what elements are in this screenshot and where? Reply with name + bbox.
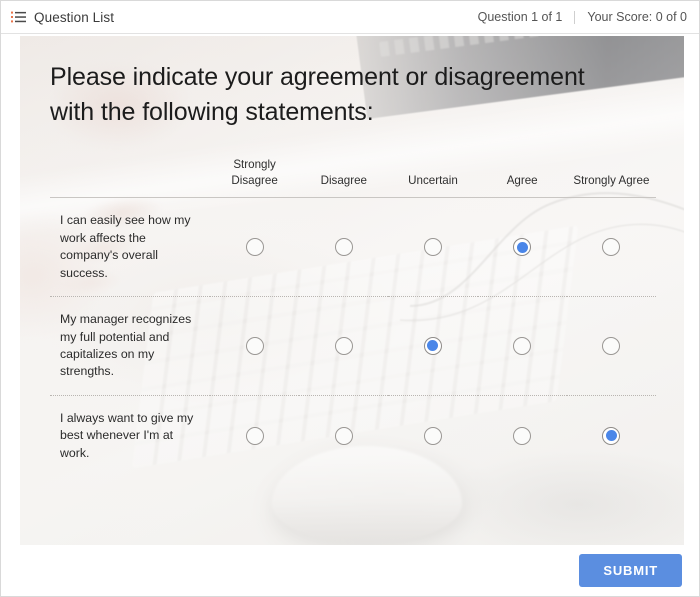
main-area: Please indicate your agreement or disagr…	[1, 34, 699, 545]
matrix-header: Strongly Disagree Disagree Uncertain Agr…	[50, 157, 656, 199]
survey-content: Please indicate your agreement or disagr…	[20, 36, 684, 545]
matrix-body: I can easily see how my work affects the…	[50, 197, 656, 476]
radio-cell[interactable]	[567, 395, 656, 476]
likert-matrix: Strongly Disagree Disagree Uncertain Agr…	[50, 157, 656, 476]
radio-r1-strongly-disagree[interactable]	[245, 336, 264, 355]
scale-header-agree: Agree	[477, 157, 567, 199]
scale-header-disagree: Disagree	[299, 157, 389, 199]
radio-r0-uncertain[interactable]	[423, 238, 442, 257]
radio-cell[interactable]	[478, 395, 567, 476]
radio-cell[interactable]	[388, 296, 478, 396]
question-list-control[interactable]: Question List	[11, 10, 114, 25]
app-window: Question List Question 1 of 1 Your Score…	[0, 0, 700, 597]
radio-r2-disagree[interactable]	[334, 426, 353, 445]
statement-column-header	[50, 157, 210, 199]
table-row: My manager recognizes my full potential …	[50, 296, 656, 396]
table-row: I always want to give my best whenever I…	[50, 395, 656, 476]
radio-r1-strongly-agree[interactable]	[602, 336, 621, 355]
radio-cell[interactable]	[299, 197, 389, 298]
table-row: I can easily see how my work affects the…	[50, 197, 656, 298]
radio-cell[interactable]	[299, 296, 389, 396]
radio-r0-strongly-agree[interactable]	[602, 238, 621, 257]
statement-text: I can easily see how my work affects the…	[50, 197, 210, 298]
radio-cell[interactable]	[210, 197, 300, 298]
radio-r2-uncertain[interactable]	[423, 426, 442, 445]
statement-text: My manager recognizes my full potential …	[50, 296, 210, 396]
radio-cell[interactable]	[566, 197, 656, 298]
quiz-status: Question 1 of 1 Your Score: 0 of 0	[478, 10, 687, 24]
radio-cell[interactable]	[477, 197, 567, 298]
radio-r0-agree[interactable]	[513, 238, 532, 257]
radio-r0-disagree[interactable]	[334, 238, 353, 257]
footer-bar: SUBMIT	[1, 544, 699, 596]
survey-panel: Please indicate your agreement or disagr…	[20, 36, 684, 545]
matrix-header-row: Strongly Disagree Disagree Uncertain Agr…	[50, 157, 656, 199]
radio-r1-disagree[interactable]	[334, 336, 353, 355]
radio-cell[interactable]	[566, 296, 656, 396]
scale-header-strongly-agree: Strongly Agree	[566, 157, 656, 199]
radio-cell[interactable]	[210, 296, 300, 396]
radio-cell[interactable]	[210, 395, 299, 476]
question-list-label: Question List	[34, 9, 115, 25]
scale-header-strongly-disagree: Strongly Disagree	[210, 157, 300, 199]
radio-r1-agree[interactable]	[513, 336, 532, 355]
radio-r2-agree[interactable]	[513, 426, 532, 445]
list-icon	[11, 11, 26, 23]
radio-cell[interactable]	[299, 395, 388, 476]
radio-r2-strongly-agree[interactable]	[602, 426, 621, 445]
status-divider	[574, 10, 576, 24]
radio-r2-strongly-disagree[interactable]	[245, 426, 264, 445]
radio-cell[interactable]	[388, 395, 477, 476]
radio-r0-strongly-disagree[interactable]	[245, 238, 264, 257]
radio-cell[interactable]	[388, 197, 478, 298]
score-label: Your Score: 0 of 0	[587, 10, 687, 24]
question-counter: Question 1 of 1	[477, 10, 563, 24]
survey-title: Please indicate your agreement or disagr…	[50, 63, 585, 126]
scale-header-uncertain: Uncertain	[388, 157, 478, 199]
submit-button[interactable]: SUBMIT	[579, 553, 682, 587]
radio-cell[interactable]	[477, 296, 567, 396]
statement-text: I always want to give my best whenever I…	[60, 410, 194, 460]
top-bar: Question List Question 1 of 1 Your Score…	[1, 1, 699, 34]
radio-r1-uncertain[interactable]	[423, 336, 442, 355]
